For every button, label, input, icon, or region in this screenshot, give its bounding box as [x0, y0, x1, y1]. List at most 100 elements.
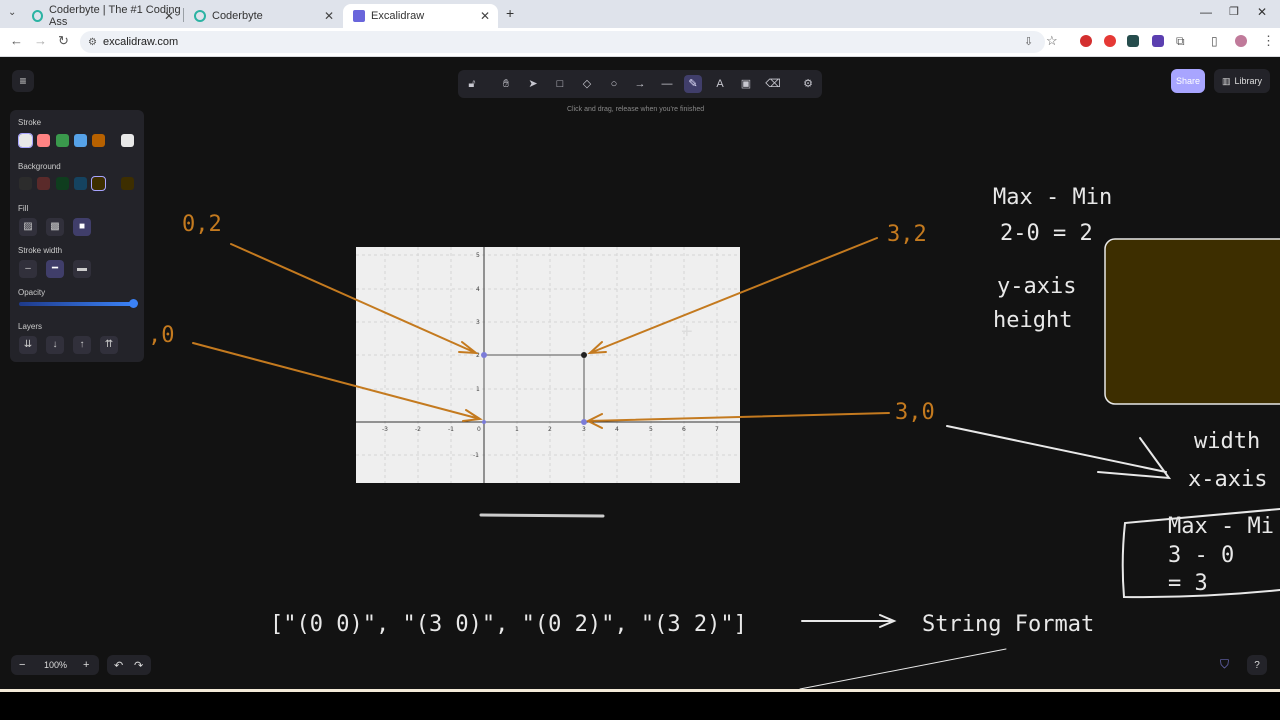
stroke-bold-icon[interactable]: ━	[46, 260, 64, 278]
send-to-back-icon[interactable]: ⇊	[19, 336, 37, 354]
label-3-0: 3,0	[895, 400, 935, 425]
text-y-axis: y-axis	[997, 274, 1077, 299]
text-x-axis: x-axis	[1188, 467, 1268, 492]
zoom-in-button[interactable]: +	[83, 659, 89, 671]
bg-color-current[interactable]	[121, 177, 134, 190]
stroke-color-white[interactable]	[18, 133, 33, 148]
text-height: height	[993, 308, 1073, 333]
zoom-out-button[interactable]: −	[19, 659, 25, 671]
stroke-color-current[interactable]	[121, 134, 134, 147]
selection-icon[interactable]: ➤	[524, 75, 542, 93]
text-icon[interactable]: A	[711, 75, 729, 93]
text-calc-width-1: 3 - 0	[1168, 543, 1235, 568]
bg-color-green[interactable]	[56, 177, 69, 190]
x-tick-label: 4	[615, 426, 619, 433]
y-tick-label: -1	[473, 452, 479, 459]
eraser-icon[interactable]: ⌫	[764, 75, 782, 93]
crosshair-cursor-icon: +	[681, 321, 693, 343]
text-calc-height: 2-0 = 2	[1000, 221, 1093, 246]
text-array: ["(0 0)", "(3 0)", "(0 2)", "(3 2)"]	[270, 612, 747, 637]
x-tick-label: -3	[382, 426, 388, 433]
stroke-color-blue[interactable]	[74, 134, 87, 147]
diamond-icon[interactable]: ◇	[578, 75, 596, 93]
fill-crosshatch-icon[interactable]: ▩	[46, 218, 64, 236]
lock-icon[interactable]: 🔓︎	[463, 75, 481, 93]
rectangle-icon[interactable]: □	[551, 75, 569, 93]
text-width: width	[1194, 429, 1261, 454]
fill-label: Fill	[18, 204, 29, 213]
label-3-2: 3,2	[887, 222, 927, 247]
more-tools-icon[interactable]: ⚙	[799, 75, 817, 93]
graph-point-3-2	[581, 352, 587, 358]
graph-point-0-0	[482, 420, 486, 424]
x-tick-label: -2	[415, 426, 421, 433]
share-button[interactable]: Share	[1171, 69, 1205, 93]
undo-icon[interactable]: ↶	[114, 659, 123, 672]
y-tick-label: 1	[476, 386, 480, 393]
stroke-extra-bold-icon[interactable]: ▬	[73, 260, 91, 278]
width-arrow	[946, 425, 1172, 480]
redo-icon[interactable]: ↷	[134, 659, 143, 672]
graph-image: -3 -2 -1 0 1 2 3 4 5 6 7 5 4 3 2 1 -1	[356, 247, 740, 483]
x-tick-label: 5	[649, 426, 653, 433]
text-string-format: String Format	[922, 612, 1095, 637]
x-tick-label: 1	[515, 426, 519, 433]
bottom-edge-line	[0, 689, 1280, 692]
bg-color-blue[interactable]	[74, 177, 87, 190]
stroke-label: Stroke	[18, 118, 42, 127]
opacity-label: Opacity	[18, 288, 46, 297]
olive-rectangle	[1104, 238, 1280, 405]
bottom-edge	[0, 689, 1280, 720]
string-format-arrow	[801, 614, 897, 628]
opacity-slider-thumb[interactable]	[129, 299, 138, 308]
label-0-0: ,0	[148, 323, 175, 348]
underline-stroke	[479, 513, 605, 518]
ellipse-icon[interactable]: ○	[605, 75, 623, 93]
zoom-controls: − 100% +	[11, 655, 99, 675]
shape-toolbar: 🔓︎ ✋︎ ➤ □ ◇ ○ → — ✎ A ▣ ⌫ ⚙	[458, 70, 822, 98]
draw-pencil-icon[interactable]: ✎	[684, 75, 702, 93]
label-0-2: 0,2	[182, 212, 222, 237]
line-icon[interactable]: —	[658, 75, 676, 93]
bring-to-front-icon[interactable]: ⇈	[100, 336, 118, 354]
background-label: Background	[18, 162, 61, 171]
graph-point-0-2	[481, 352, 487, 358]
opacity-slider[interactable]	[19, 302, 133, 306]
library-icon: ▥	[1221, 75, 1231, 86]
stroke-width-label: Stroke width	[18, 246, 63, 255]
library-label: Library	[1234, 76, 1263, 86]
main-menu-button[interactable]: ≡	[12, 70, 34, 92]
bring-forward-icon[interactable]: ↑	[73, 336, 91, 354]
text-calc-width-2: = 3	[1168, 571, 1208, 596]
zoom-level[interactable]: 100%	[44, 660, 67, 670]
undo-redo-controls: ↶ ↷	[107, 655, 151, 675]
x-tick-label: 0	[477, 426, 481, 433]
properties-panel: Stroke Background Fill ▨ ▩ ■ Stroke widt…	[10, 110, 144, 362]
tool-hint: Click and drag, release when you're fini…	[567, 106, 705, 113]
y-tick-label: 5	[476, 252, 480, 259]
bg-color-transparent[interactable]	[19, 177, 32, 190]
x-tick-label: -1	[448, 426, 454, 433]
graph-point-3-0	[581, 419, 587, 425]
fill-hachure-icon[interactable]: ▨	[19, 218, 37, 236]
help-button[interactable]: ?	[1247, 655, 1267, 675]
stroke-thin-icon[interactable]: –	[19, 260, 37, 278]
library-button[interactable]: ▥ Library	[1214, 69, 1270, 93]
stroke-color-orange[interactable]	[92, 134, 105, 147]
bg-color-olive[interactable]	[91, 176, 106, 191]
share-label: Share	[1175, 76, 1201, 86]
x-tick-label: 3	[582, 426, 586, 433]
y-tick-label: 4	[476, 286, 480, 293]
shield-icon[interactable]: ⛉	[1220, 657, 1229, 672]
arrow-icon[interactable]: →	[631, 75, 649, 93]
bg-color-red[interactable]	[37, 177, 50, 190]
y-tick-label: 3	[476, 319, 480, 326]
fill-solid-icon[interactable]: ■	[73, 218, 91, 236]
send-backward-icon[interactable]: ↓	[46, 336, 64, 354]
stroke-color-green[interactable]	[56, 134, 69, 147]
text-max-min-2: Max - Mi	[1168, 514, 1274, 539]
stroke-color-red[interactable]	[37, 134, 50, 147]
hand-icon[interactable]: ✋︎	[497, 75, 515, 93]
layers-label: Layers	[18, 322, 43, 331]
image-icon[interactable]: ▣	[737, 75, 755, 93]
